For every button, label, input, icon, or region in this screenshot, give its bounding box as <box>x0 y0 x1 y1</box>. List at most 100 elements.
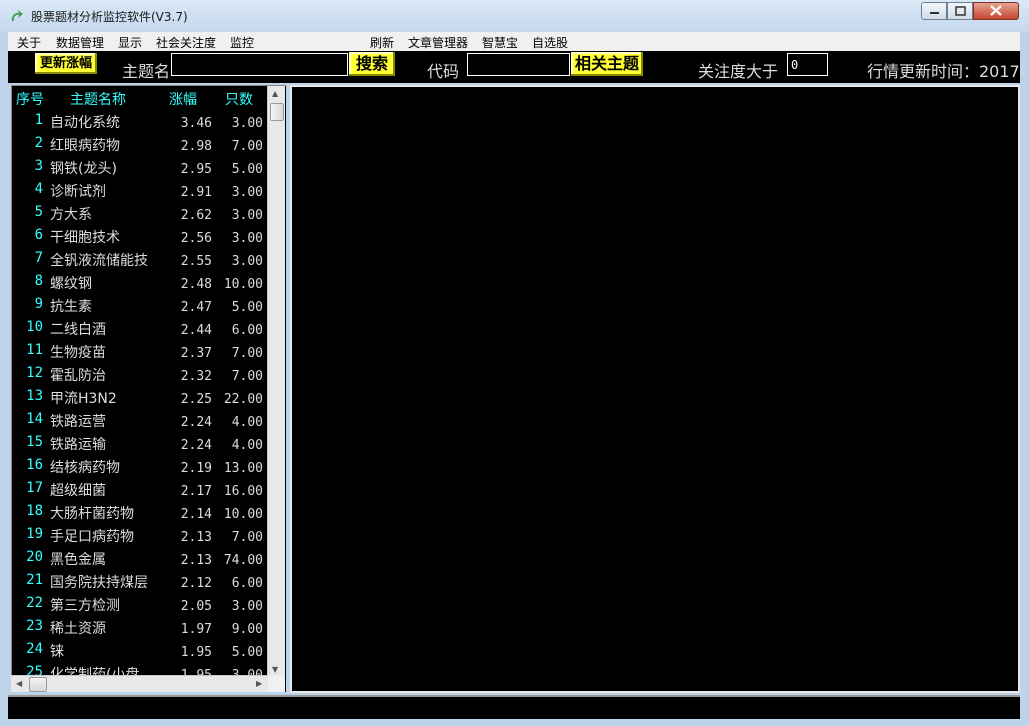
list-horizontal-scrollbar[interactable]: ◀ ▶ <box>11 675 268 692</box>
menu-display[interactable]: 显示 <box>118 34 142 51</box>
topic-row[interactable]: 16 结核病药物 2.19 13.00 <box>12 457 268 480</box>
menu-social-attention[interactable]: 社会关注度 <box>156 34 216 51</box>
topic-row[interactable]: 14 铁路运营 2.24 4.00 <box>12 411 268 434</box>
row-topic-name: 结核病药物 <box>50 460 120 476</box>
maximize-icon <box>955 6 966 16</box>
topic-row[interactable]: 21 国务院扶持煤层 2.12 6.00 <box>12 572 268 595</box>
row-index: 13 <box>26 388 43 404</box>
menu-smart-treasure[interactable]: 智慧宝 <box>482 34 518 51</box>
row-index: 1 <box>34 112 43 128</box>
topic-row[interactable]: 13 甲流H3N2 2.25 22.00 <box>12 388 268 411</box>
minimize-button[interactable] <box>921 2 947 20</box>
scroll-down-icon[interactable]: ▼ <box>272 665 278 674</box>
status-bar <box>8 695 1020 719</box>
row-change: 2.12 <box>180 576 212 591</box>
close-button[interactable] <box>973 2 1019 20</box>
row-topic-name: 钢铁(龙头) <box>50 161 117 177</box>
topic-row[interactable]: 23 稀土资源 1.97 9.00 <box>12 618 268 641</box>
col-header-name[interactable]: 主题名称 <box>70 89 126 109</box>
row-count: 6.00 <box>231 576 263 591</box>
row-topic-name: 诊断试剂 <box>50 184 106 200</box>
window-title: 股票题材分析监控软件(V3.7) <box>31 10 188 24</box>
row-count: 3.00 <box>231 185 263 200</box>
menu-data-manage[interactable]: 数据管理 <box>56 34 104 51</box>
row-index: 8 <box>34 273 43 289</box>
row-change: 1.95 <box>180 645 212 660</box>
row-change: 3.46 <box>180 116 212 131</box>
topic-row[interactable]: 2 红眼病药物 2.98 7.00 <box>12 135 268 158</box>
topic-row[interactable]: 12 霍乱防治 2.32 7.00 <box>12 365 268 388</box>
row-index: 23 <box>26 618 43 634</box>
row-count: 3.00 <box>231 254 263 269</box>
topic-row[interactable]: 18 大肠杆菌药物 2.14 10.00 <box>12 503 268 526</box>
col-header-change[interactable]: 涨幅 <box>169 89 197 109</box>
row-count: 6.00 <box>231 323 263 338</box>
list-vertical-scrollbar[interactable]: ▲ ▼ <box>267 86 285 677</box>
topic-row[interactable]: 19 手足口病药物 2.13 7.00 <box>12 526 268 549</box>
col-header-index[interactable]: 序号 <box>16 89 44 109</box>
scrollbar-corner <box>268 675 285 692</box>
menu-watchlist[interactable]: 自选股 <box>532 34 568 51</box>
topic-row[interactable]: 4 诊断试剂 2.91 3.00 <box>12 181 268 204</box>
topic-row[interactable]: 15 铁路运输 2.24 4.00 <box>12 434 268 457</box>
topic-row[interactable]: 24 铼 1.95 5.00 <box>12 641 268 664</box>
window-controls <box>921 2 1019 22</box>
attention-threshold-input[interactable] <box>787 53 828 76</box>
row-index: 12 <box>26 365 43 381</box>
row-change: 2.98 <box>180 139 212 154</box>
scroll-up-icon[interactable]: ▲ <box>272 89 278 98</box>
row-topic-name: 螺纹钢 <box>50 276 92 292</box>
topic-row[interactable]: 17 超级细菌 2.17 16.00 <box>12 480 268 503</box>
menu-refresh[interactable]: 刷新 <box>370 34 394 51</box>
row-index: 21 <box>26 572 43 588</box>
window-frame-left <box>0 32 8 726</box>
related-topic-button[interactable]: 相关主题 <box>571 52 643 76</box>
vertical-scroll-thumb[interactable] <box>270 103 284 121</box>
topic-row[interactable]: 7 全钒液流储能技 2.55 3.00 <box>12 250 268 273</box>
menu-article-manager[interactable]: 文章管理器 <box>408 34 468 51</box>
row-change: 2.91 <box>180 185 212 200</box>
content-display-panel[interactable] <box>290 85 1020 693</box>
topic-row[interactable]: 6 干细胞技术 2.56 3.00 <box>12 227 268 250</box>
row-count: 13.00 <box>223 461 263 476</box>
topic-name-input[interactable] <box>171 53 348 76</box>
menu-monitor[interactable]: 监控 <box>230 34 254 51</box>
window-frame-right <box>1020 32 1029 726</box>
row-count: 5.00 <box>231 300 263 315</box>
row-topic-name: 二线白酒 <box>50 322 106 338</box>
row-change: 2.19 <box>180 461 212 476</box>
row-index: 6 <box>34 227 43 243</box>
topic-row[interactable]: 5 方大系 2.62 3.00 <box>12 204 268 227</box>
topic-row[interactable]: 22 第三方检测 2.05 3.00 <box>12 595 268 618</box>
topic-row[interactable]: 20 黑色金属 2.13 74.00 <box>12 549 268 572</box>
maximize-button[interactable] <box>947 2 973 20</box>
scroll-right-icon[interactable]: ▶ <box>256 679 262 688</box>
row-topic-name: 国务院扶持煤层 <box>50 575 148 591</box>
topic-row[interactable]: 3 钢铁(龙头) 2.95 5.00 <box>12 158 268 181</box>
menu-about[interactable]: 关于 <box>17 34 41 51</box>
row-count: 7.00 <box>231 530 263 545</box>
toolbar: 更新涨幅 主题名 搜索 代码 相关主题 关注度大于 行情更新时间：2017- <box>8 51 1026 83</box>
topic-row[interactable]: 10 二线白酒 2.44 6.00 <box>12 319 268 342</box>
row-topic-name: 全钒液流储能技 <box>50 253 148 269</box>
topic-row[interactable]: 1 自动化系统 3.46 3.00 <box>12 112 268 135</box>
update-change-button[interactable]: 更新涨幅 <box>35 53 97 74</box>
row-count: 4.00 <box>231 438 263 453</box>
row-index: 7 <box>34 250 43 266</box>
code-input[interactable] <box>467 53 570 76</box>
topic-row[interactable]: 11 生物疫苗 2.37 7.00 <box>12 342 268 365</box>
topic-name-label: 主题名 <box>122 62 171 81</box>
row-index: 15 <box>26 434 43 450</box>
row-change: 2.13 <box>180 553 212 568</box>
topic-row[interactable]: 8 螺纹钢 2.48 10.00 <box>12 273 268 296</box>
title-bar: 股票题材分析监控软件(V3.7) <box>0 0 1029 32</box>
row-index: 16 <box>26 457 43 473</box>
col-header-count[interactable]: 只数 <box>225 89 253 109</box>
scroll-left-icon[interactable]: ◀ <box>16 679 22 688</box>
row-index: 17 <box>26 480 43 496</box>
topic-row[interactable]: 9 抗生素 2.47 5.00 <box>12 296 268 319</box>
row-count: 16.00 <box>223 484 263 499</box>
search-button[interactable]: 搜索 <box>349 52 395 76</box>
horizontal-scroll-thumb[interactable] <box>29 677 47 692</box>
topic-list-panel[interactable]: 序号 主题名称 涨幅 只数 1 自动化系统 3.46 3.00 2 红眼病药物 2.98 7.… <box>11 85 286 692</box>
